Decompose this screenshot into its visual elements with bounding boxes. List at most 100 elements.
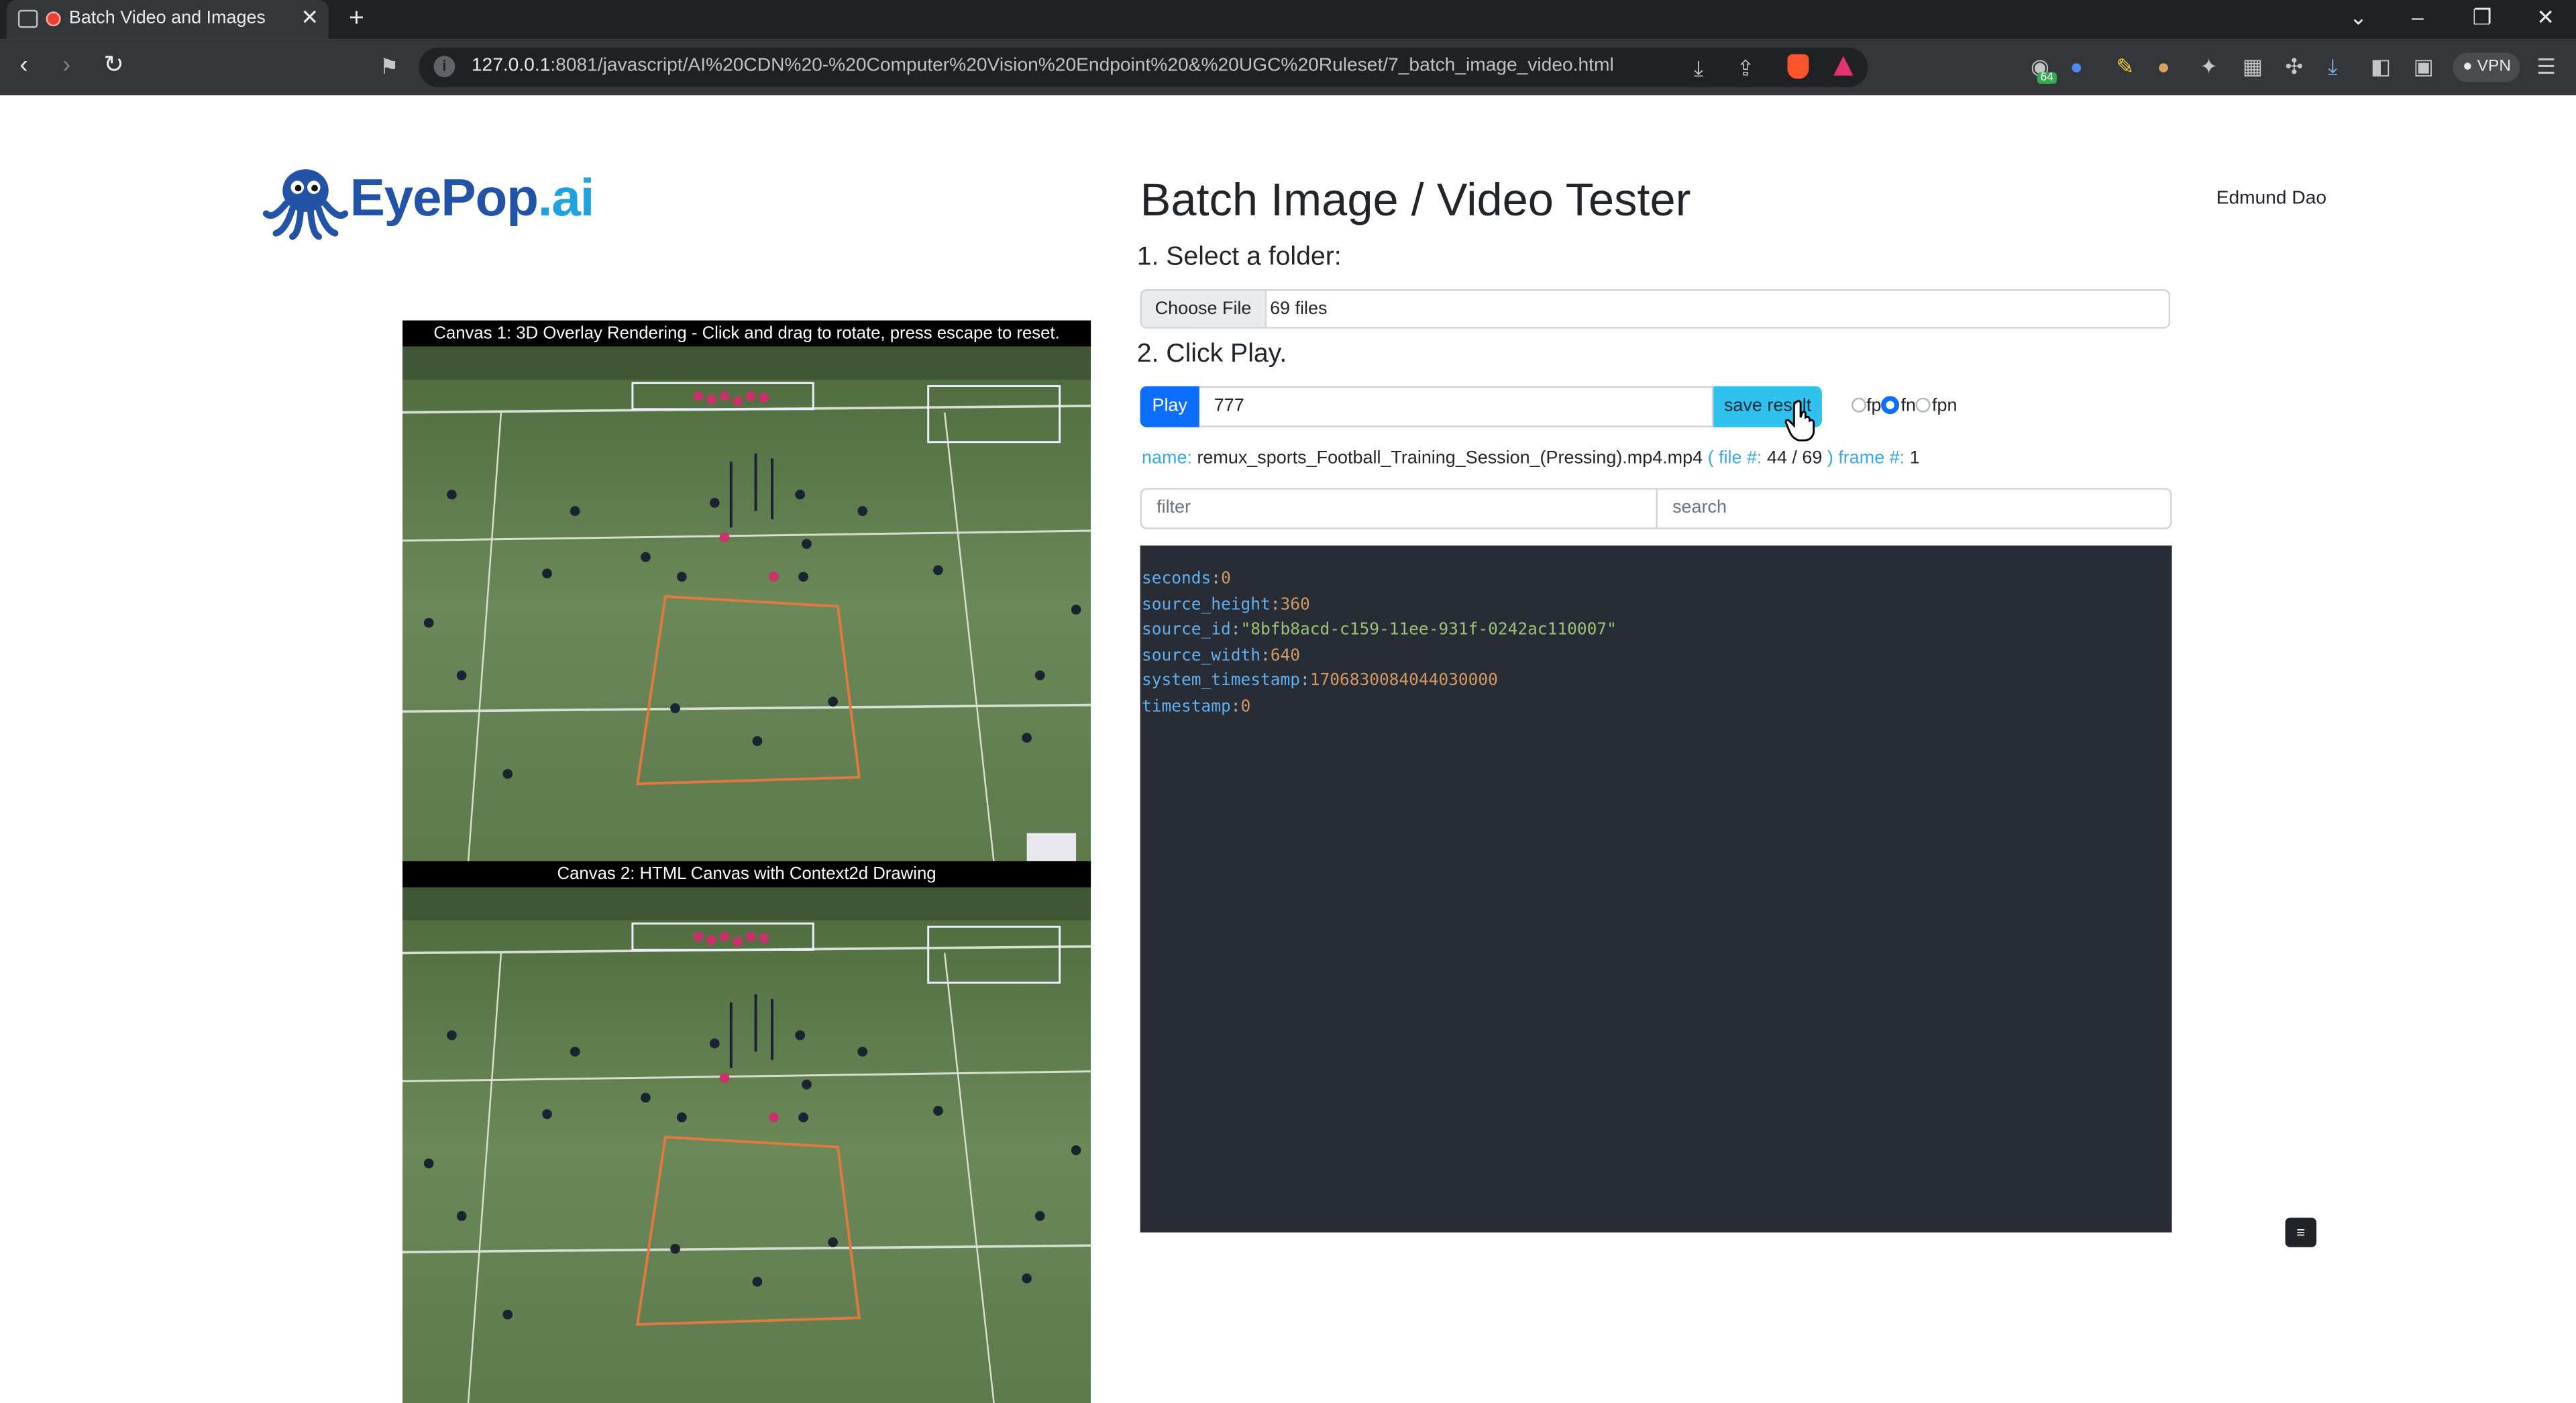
url-text[interactable]: 127.0.0.1:8081/javascript/AI%20CDN%20-%2… [472, 56, 1614, 75]
logo-text: EyePop.ai [350, 167, 595, 229]
recording-icon [46, 11, 61, 27]
json-line-system-timestamp: system_timestamp:1706830084044030000 [1142, 670, 1617, 695]
frame-value: 1 [1909, 448, 1920, 468]
sidebar-icon[interactable]: ◧ [2371, 54, 2391, 79]
json-line-source-width: source_width:640 [1142, 643, 1617, 669]
url-host: 127.0.0.1 [471, 56, 551, 76]
site-info-icon[interactable]: i [433, 56, 455, 78]
play-button[interactable]: Play [1140, 386, 1199, 427]
grammar-extension-icon[interactable]: ● [2070, 54, 2083, 79]
file-key: ( file #: [1707, 448, 1762, 468]
canvas-2-caption: Canvas 2: HTML Canvas with Context2d Dra… [402, 861, 1091, 888]
json-value: "8bfb8acd-c159-11ee-931f-0242ac110007" [1240, 621, 1617, 640]
radio-fn-label: fn [1900, 396, 1916, 416]
tab-favicon-icon [17, 9, 38, 28]
wallet-icon[interactable]: ▣ [2414, 54, 2434, 79]
json-line-seconds: seconds:0 [1142, 567, 1617, 592]
octopus-icon [262, 169, 349, 240]
new-tab-icon[interactable]: + [341, 5, 371, 34]
canvas-1-caption: Canvas 1: 3D Overlay Rendering - Click a… [402, 320, 1091, 347]
radio-fp[interactable] [1851, 397, 1867, 413]
minimize-icon[interactable]: – [2412, 5, 2424, 30]
brave-shields-icon[interactable] [1787, 54, 1809, 79]
user-name[interactable]: Edmund Dao [2216, 189, 2326, 209]
json-colon: : [1270, 595, 1281, 614]
json-colon: : [1211, 570, 1222, 588]
json-key: source_height [1142, 595, 1271, 614]
radio-fpn[interactable] [1915, 397, 1931, 413]
json-key: seconds [1142, 570, 1212, 588]
json-value: 0 [1240, 698, 1251, 717]
forward-icon[interactable]: › [62, 52, 70, 79]
json-colon: : [1230, 698, 1241, 717]
canvas-1-video-frame[interactable] [402, 346, 1091, 863]
browser-toolbar: ‹ › ↻ ⚑ i 127.0.0.1:8081/javascript/AI%2… [0, 39, 2576, 96]
folder-file-input[interactable]: Choose File 69 files [1140, 289, 2171, 329]
name-value: remux_sports_Football_Training_Session_(… [1197, 448, 1703, 468]
current-file-status: name: remux_sports_Football_Training_Ses… [1142, 449, 1920, 468]
json-value: 640 [1270, 647, 1301, 666]
json-key: source_id [1142, 621, 1231, 640]
tab-strip: Batch Video and Images ✕ + ⌄ – ❐ ✕ [0, 0, 2576, 40]
radio-fpn-label: fpn [1932, 396, 1957, 416]
radio-fp-label: fp [1866, 396, 1882, 416]
downloads-icon[interactable]: ⤓ [2328, 54, 2337, 79]
json-key: timestamp [1142, 698, 1231, 717]
vpn-label: VPN [2477, 57, 2512, 76]
frame-key: ) frame #: [1827, 448, 1905, 468]
url-path: :8081/javascript/AI%20CDN%20-%20Computer… [550, 56, 1614, 76]
browser-tab[interactable]: Batch Video and Images ✕ [6, 0, 329, 40]
json-colon: : [1230, 621, 1241, 640]
menu-icon[interactable]: ☰ [2536, 54, 2556, 79]
json-result-viewer[interactable]: seconds:0 source_height:360 source_id:"8bf… [1140, 545, 2172, 1233]
json-colon: : [1299, 672, 1310, 691]
bookmark-icon[interactable]: ⚑ [380, 54, 399, 79]
extensions-icon[interactable]: ✣ [2286, 54, 2304, 79]
canvas-1-panel[interactable]: Canvas 1: 3D Overlay Rendering - Click a… [402, 320, 1091, 863]
film-icon[interactable]: ▦ [2243, 54, 2263, 79]
json-value: 1706830084044030000 [1309, 672, 1498, 691]
canvas-2-video-frame[interactable] [402, 887, 1091, 1403]
vpn-button[interactable]: ● VPN [2453, 52, 2521, 83]
hamburger-menu-icon[interactable]: ≡ [2285, 1217, 2317, 1247]
json-key: source_width [1142, 647, 1260, 666]
page-title: Batch Image / Video Tester [1140, 174, 1691, 225]
canvas-2-panel[interactable]: Canvas 2: HTML Canvas with Context2d Dra… [402, 861, 1091, 1403]
json-result-lines: seconds:0 source_height:360 source_id:"8bf… [1142, 567, 1617, 721]
eyepop-logo: EyePop.ai [262, 164, 608, 240]
share-icon[interactable]: ⇪ [1737, 56, 1755, 81]
tab-search-icon[interactable]: ⌄ [2349, 5, 2367, 31]
file-value: 44 / 69 [1766, 448, 1823, 468]
radio-fn[interactable] [1881, 396, 1900, 415]
name-key: name: [1142, 448, 1192, 468]
json-value: 360 [1280, 595, 1310, 614]
restore-icon[interactable]: ❐ [2473, 5, 2492, 31]
json-line-source-id: source_id:"8bfb8acd-c159-11ee-931f-0242a… [1142, 618, 1617, 643]
download-page-icon[interactable]: ⤓ [1694, 56, 1703, 81]
step-1-heading: 1. Select a folder: [1136, 243, 1342, 272]
step-2-heading: 2. Click Play. [1136, 340, 1287, 368]
close-tab-icon[interactable]: ✕ [301, 5, 319, 31]
logo-text-suffix: .ai [537, 167, 595, 227]
json-key: system_timestamp [1142, 672, 1300, 691]
json-value: 0 [1221, 570, 1231, 588]
hand-cursor-icon [1784, 400, 1815, 441]
number-input[interactable]: 777 [1199, 386, 1714, 427]
filter-input[interactable]: filter [1140, 488, 1658, 529]
cookie-icon[interactable]: ● [2157, 54, 2170, 79]
puzzle-extension-icon[interactable]: ✦ [2200, 54, 2218, 79]
json-colon: : [1260, 647, 1271, 666]
reload-icon[interactable]: ↻ [103, 52, 124, 79]
json-line-source-height: source_height:360 [1142, 592, 1617, 618]
address-bar[interactable]: i 127.0.0.1:8081/javascript/AI%20CDN%20-… [419, 48, 1868, 87]
search-input[interactable]: search [1656, 488, 2172, 529]
close-window-icon[interactable]: ✕ [2536, 5, 2555, 31]
tab-title: Batch Video and Images [68, 8, 266, 28]
choose-file-button[interactable]: Choose File [1142, 291, 1267, 327]
brave-rewards-icon[interactable] [1833, 56, 1854, 76]
highlighter-icon[interactable]: ✎ [2116, 54, 2134, 79]
json-line-timestamp: timestamp:0 [1142, 695, 1617, 721]
extension-badge: 64 [2037, 72, 2057, 84]
back-icon[interactable]: ‹ [19, 52, 28, 79]
file-count-text: 69 files [1270, 299, 1328, 319]
